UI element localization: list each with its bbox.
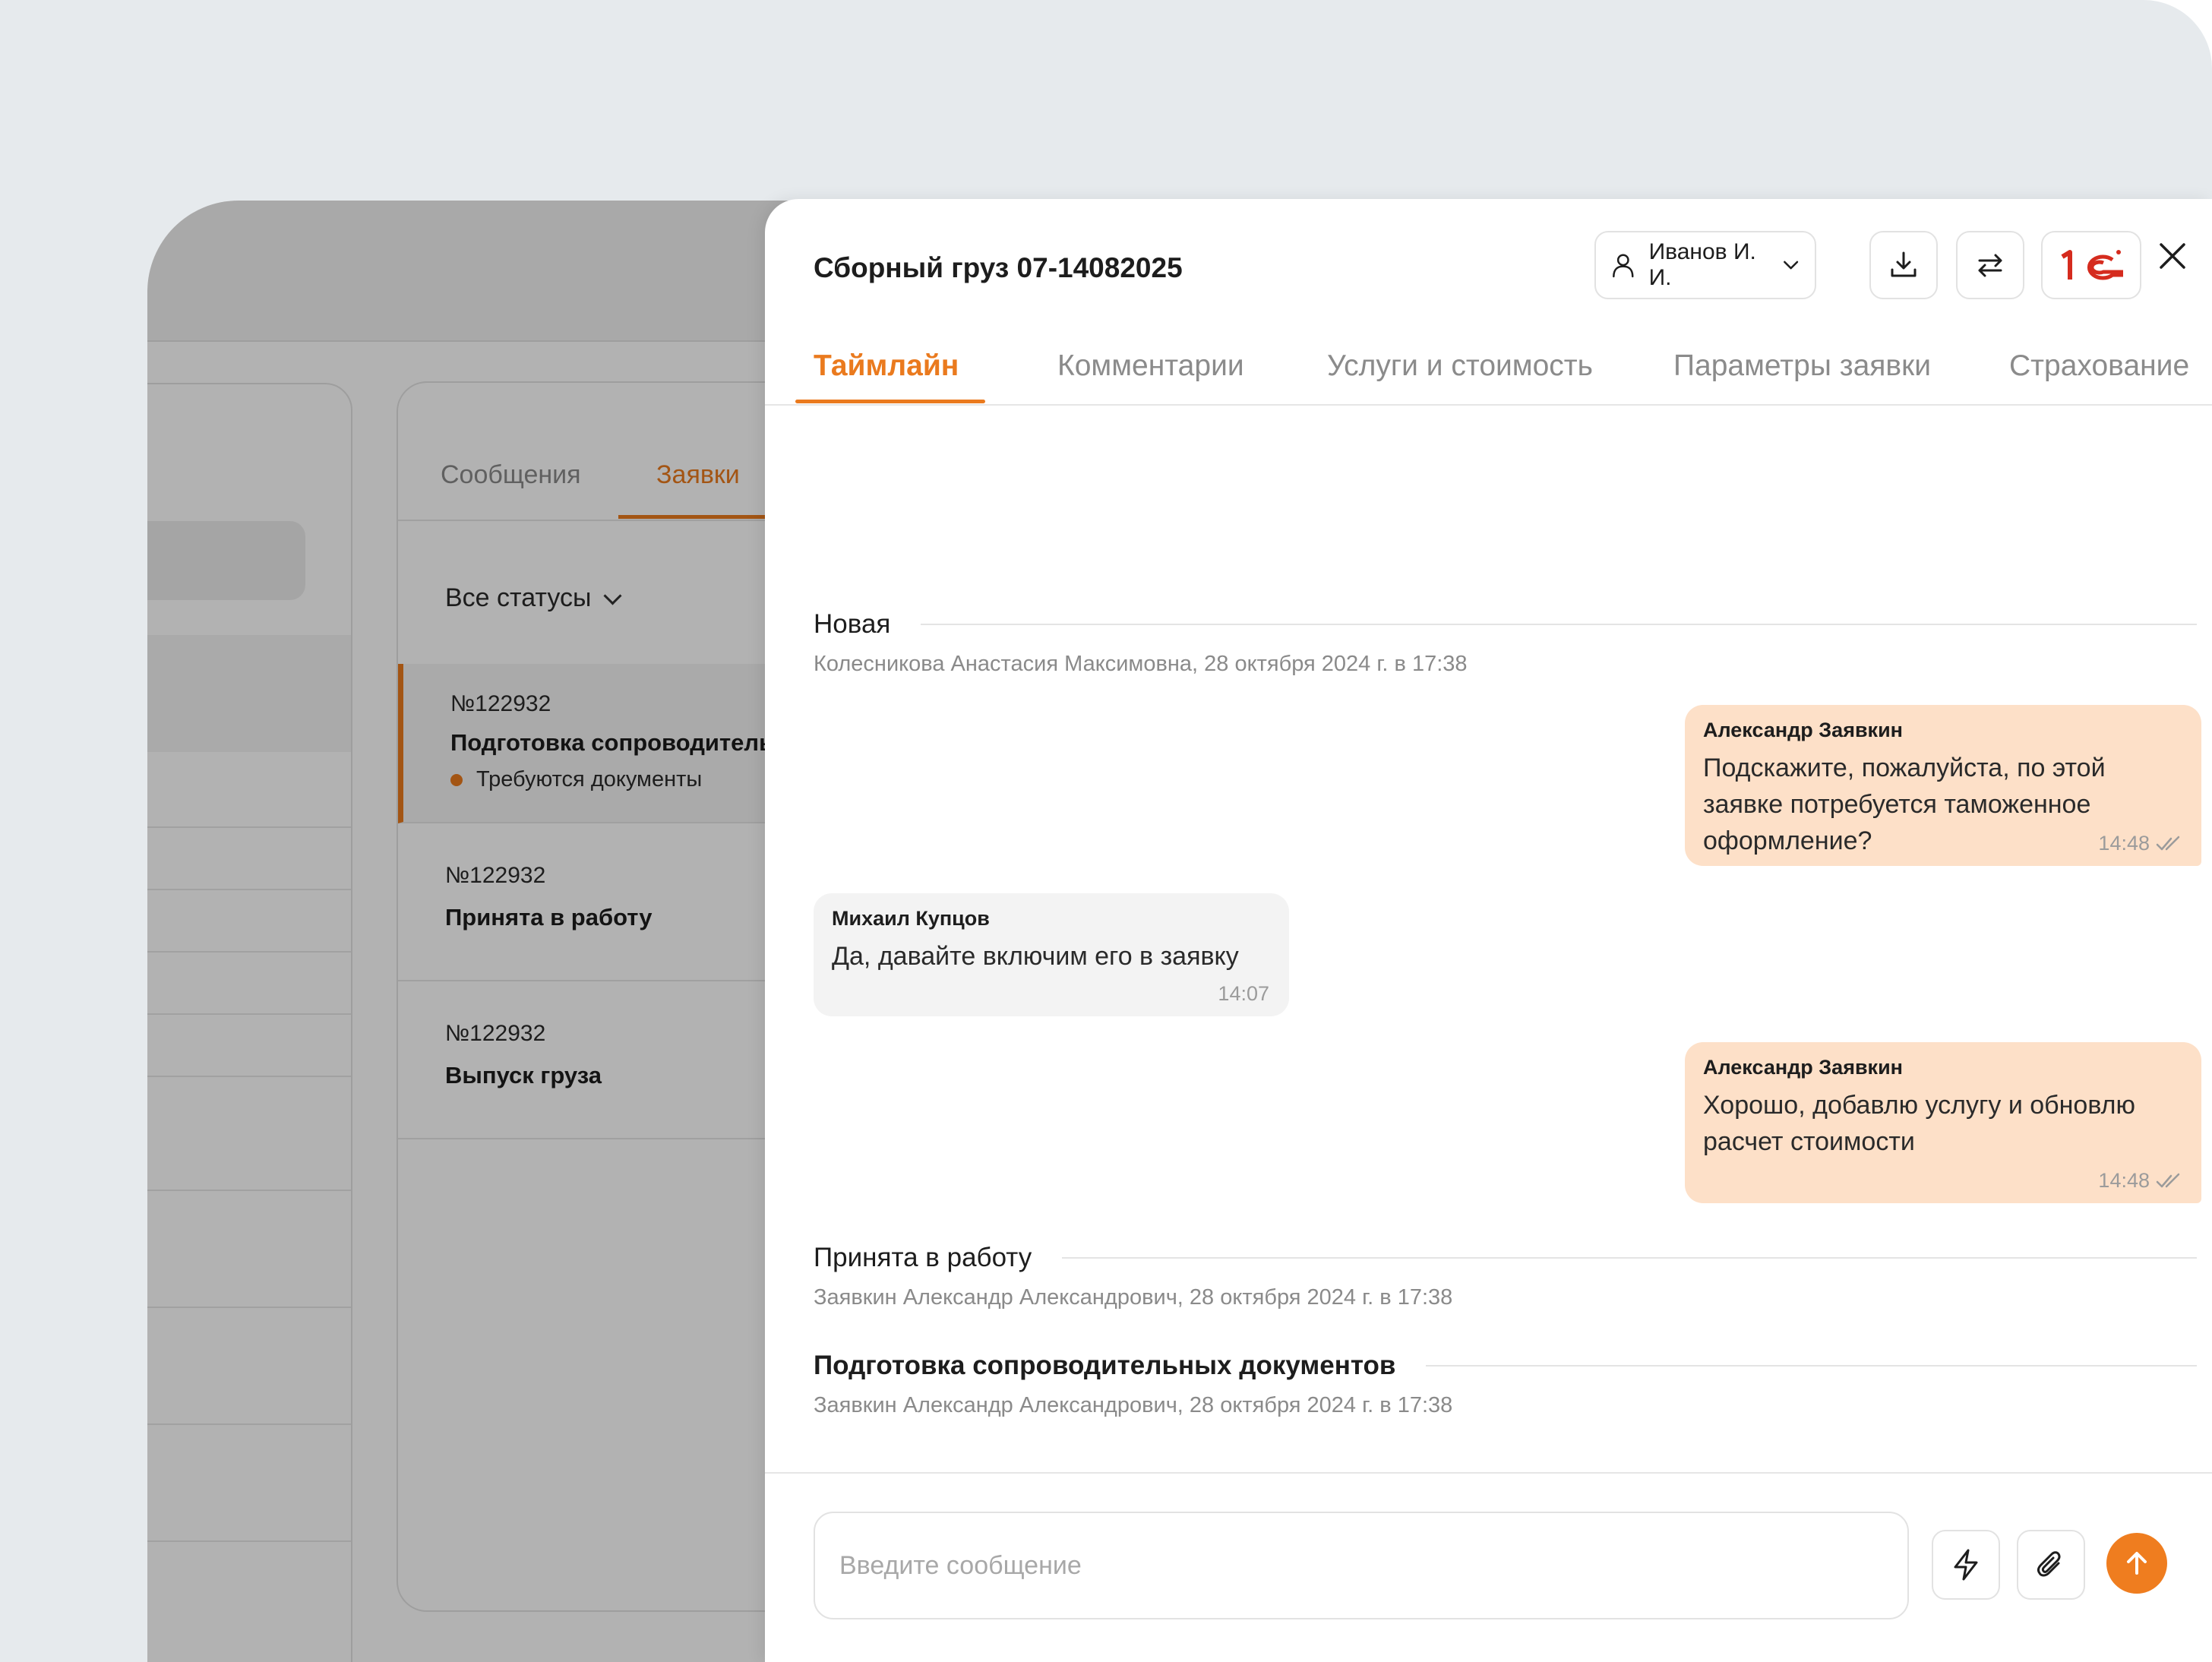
download-icon xyxy=(1891,251,1917,277)
user-selector-label: Иванов И. И. xyxy=(1648,239,1756,290)
chevron-down-icon xyxy=(1783,261,1798,270)
status-label: Подготовка сопроводительных документов xyxy=(814,1351,1396,1380)
tab-request-params[interactable]: Параметры заявки xyxy=(1673,349,1931,383)
composer-divider xyxy=(765,1472,2212,1474)
message-text: Хорошо, добавлю услугу и обновлю расчет … xyxy=(1703,1091,2135,1156)
message-text: Да, давайте включим его в заявку xyxy=(832,942,1239,971)
arrow-up-icon xyxy=(2127,1552,2147,1575)
message-incoming: Михаил Купцов Да, давайте включим его в … xyxy=(814,893,1289,1016)
user-selector[interactable]: Иванов И. И. xyxy=(1594,231,1816,299)
download-button[interactable] xyxy=(1869,231,1938,299)
message-author: Александр Заявкин xyxy=(1703,1056,1903,1079)
status-label: Принята в работу xyxy=(814,1243,1032,1272)
message-time: 14:48 xyxy=(2098,832,2182,855)
timeline-status-docs: Подготовка сопроводительных документов xyxy=(814,1351,2197,1381)
paperclip-icon xyxy=(2037,1551,2061,1577)
status-divider xyxy=(1062,1257,2197,1259)
message-time-label: 14:48 xyxy=(2098,832,2150,855)
message-time-label: 14:48 xyxy=(2098,1169,2150,1192)
message-author: Михаил Купцов xyxy=(832,907,990,930)
user-icon xyxy=(1613,254,1634,278)
swap-icon xyxy=(1978,254,2002,277)
tab-timeline[interactable]: Таймлайн xyxy=(814,349,959,383)
message-time-label: 14:07 xyxy=(1218,982,1269,1005)
double-check-icon xyxy=(2156,1173,2180,1187)
message-time: 14:48 xyxy=(2098,1169,2182,1193)
active-tab-underline xyxy=(795,400,985,403)
message-author: Александр Заявкин xyxy=(1703,719,1903,741)
message-composer xyxy=(814,1512,1909,1619)
page-backdrop: Сообщения Заявки Все статусы №122932 Под… xyxy=(0,0,2212,1662)
status-meta: Заявкин Александр Александрович, 28 октя… xyxy=(814,1393,1453,1417)
drawer-tabs: Таймлайн Комментарии Услуги и стоимость … xyxy=(765,328,2212,406)
tab-services[interactable]: Услуги и стоимость xyxy=(1327,349,1593,383)
status-label: Новая xyxy=(814,609,891,639)
close-icon[interactable] xyxy=(2155,239,2190,273)
1c-logo xyxy=(2061,250,2123,280)
transfer-button[interactable] xyxy=(1956,231,2024,299)
message-input[interactable] xyxy=(838,1550,1885,1581)
send-button[interactable] xyxy=(2106,1533,2167,1594)
tab-comments[interactable]: Комментарии xyxy=(1057,349,1244,383)
request-drawer: Сборный груз 07-14082025 Иванов И. И. Та… xyxy=(765,199,2212,1662)
status-meta: Колесникова Анастасия Максимовна, 28 окт… xyxy=(814,652,1468,676)
timeline-status-accepted: Принята в работу xyxy=(814,1243,2197,1273)
timeline-status-new: Новая xyxy=(814,609,2197,640)
message-outgoing: Александр Заявкин Подскажите, пожалуйста… xyxy=(1685,705,2201,866)
onec-sync-button[interactable] xyxy=(2041,231,2141,299)
status-divider xyxy=(1426,1365,2197,1367)
attach-button[interactable] xyxy=(2017,1530,2085,1600)
drawer-title: Сборный груз 07-14082025 xyxy=(814,252,1183,283)
message-outgoing: Александр Заявкин Хорошо, добавлю услугу… xyxy=(1685,1042,2201,1203)
quick-replies-button[interactable] xyxy=(1932,1530,2000,1600)
double-check-icon xyxy=(2156,836,2180,850)
status-meta: Заявкин Александр Александрович, 28 октя… xyxy=(814,1285,1453,1310)
message-time: 14:07 xyxy=(1218,982,1269,1006)
lightning-icon xyxy=(1954,1549,1978,1581)
status-divider xyxy=(921,624,2197,625)
tab-insurance[interactable]: Страхование xyxy=(2009,349,2189,383)
